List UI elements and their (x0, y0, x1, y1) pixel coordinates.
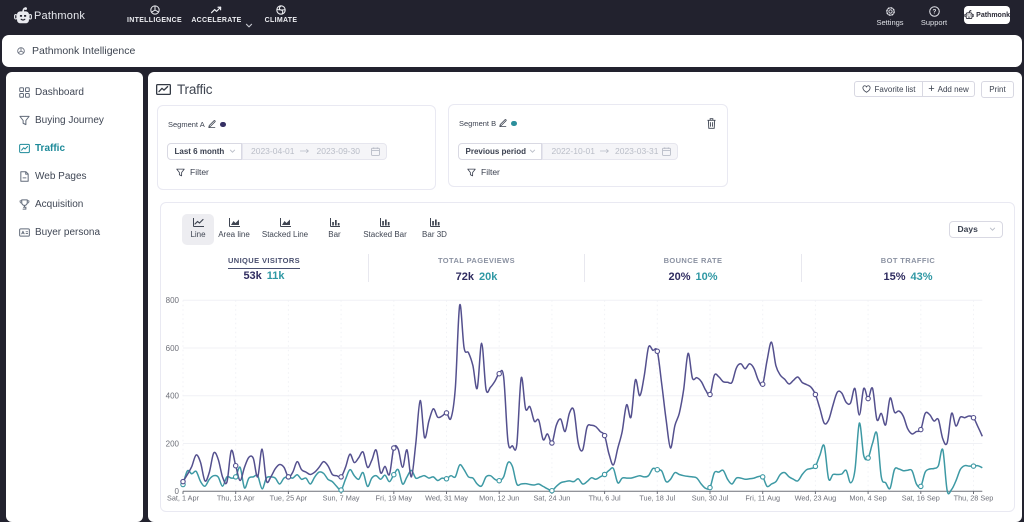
svg-text:Thu, 13 Apr: Thu, 13 Apr (217, 494, 255, 503)
svg-text:Tue, 18 Jul: Tue, 18 Jul (639, 494, 675, 503)
svg-text:600: 600 (166, 344, 180, 353)
svg-text:Sat, 16 Sep: Sat, 16 Sep (902, 494, 940, 503)
svg-text:Thu, 6 Jul: Thu, 6 Jul (589, 494, 621, 503)
svg-text:Wed, 31 May: Wed, 31 May (425, 494, 468, 503)
svg-text:Sat, 24 Jun: Sat, 24 Jun (533, 494, 570, 503)
svg-text:200: 200 (166, 439, 180, 448)
svg-text:Tue, 25 Apr: Tue, 25 Apr (270, 494, 308, 503)
svg-text:Wed, 23 Aug: Wed, 23 Aug (795, 494, 837, 503)
svg-text:Thu, 28 Sep: Thu, 28 Sep (954, 494, 994, 503)
svg-text:Sun, 30 Jul: Sun, 30 Jul (692, 494, 729, 503)
svg-text:Mon, 12 Jun: Mon, 12 Jun (479, 494, 519, 503)
svg-text:800: 800 (166, 296, 180, 305)
svg-text:Fri, 11 Aug: Fri, 11 Aug (745, 494, 780, 503)
svg-text:400: 400 (166, 392, 180, 401)
svg-text:Fri, 19 May: Fri, 19 May (376, 494, 413, 503)
svg-text:Sat, 1 Apr: Sat, 1 Apr (167, 494, 200, 503)
svg-text:Mon, 4 Sep: Mon, 4 Sep (849, 494, 886, 503)
svg-text:Sun, 7 May: Sun, 7 May (323, 494, 360, 503)
